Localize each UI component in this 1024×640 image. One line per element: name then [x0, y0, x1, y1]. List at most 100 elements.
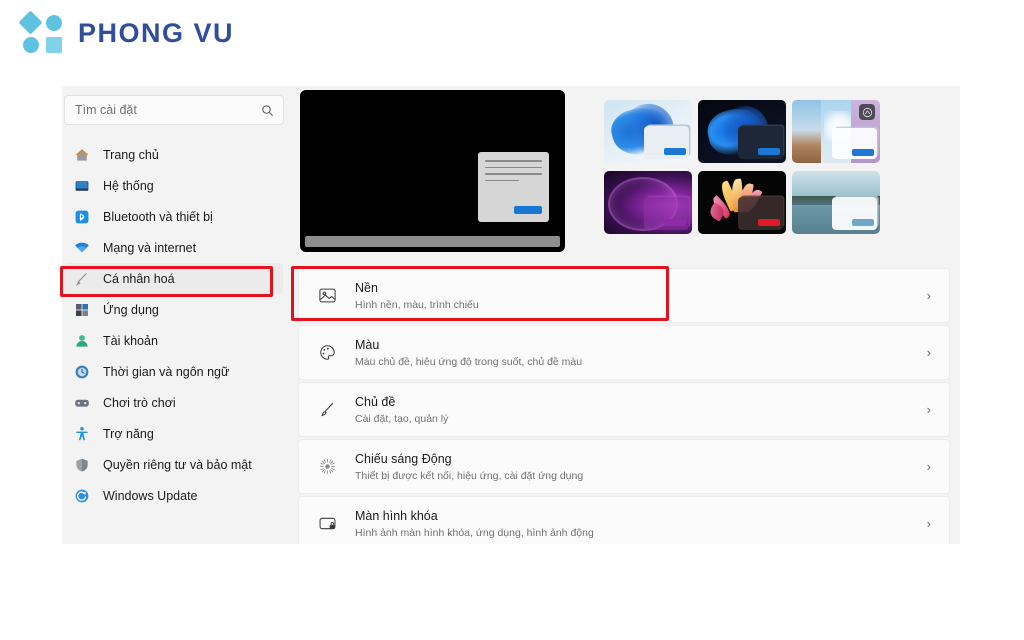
windows-spotlight-icon[interactable]	[859, 104, 875, 120]
desktop-preview-screen	[299, 90, 565, 252]
apps-icon	[73, 301, 90, 318]
diamond-shape-icon	[18, 10, 43, 35]
sidebar-item-label: Quyền riêng tư và bảo mật	[103, 457, 252, 472]
preview-text-line	[484, 160, 542, 162]
theme-accent-swatch	[852, 219, 874, 226]
settings-row-text: Nền Hình nền, màu, trình chiếu	[355, 279, 927, 313]
theme-thumbnail-windows-light-bloom[interactable]	[604, 100, 692, 163]
lockscreen-icon	[316, 514, 338, 533]
chevron-right-icon[interactable]: ›	[927, 288, 935, 303]
search-box[interactable]: Tìm cài đặt	[64, 95, 284, 125]
phongvu-logo-mark	[18, 10, 64, 54]
theme-thumbnail-lake-landscape[interactable]	[792, 171, 880, 234]
theme-accent-swatch	[758, 219, 780, 226]
settings-row-text: Chủ đề Cài đặt, tạo, quản lý	[355, 393, 927, 427]
sidebar-item-label: Tài khoản	[103, 333, 158, 348]
shield-icon	[73, 456, 90, 473]
settings-row-subtitle: Hình ảnh màn hình khóa, ứng dụng, hình ả…	[355, 526, 594, 539]
settings-row-themes[interactable]: Chủ đề Cài đặt, tạo, quản lý ›	[298, 382, 950, 437]
sidebar-item-personalization[interactable]: Cá nhân hoá	[64, 263, 283, 294]
sidebar-item-label: Chơi trò chơi	[103, 395, 176, 410]
preview-row	[294, 90, 954, 260]
sidebar-item-time-language[interactable]: Thời gian và ngôn ngữ	[64, 356, 283, 387]
sidebar-item-accounts[interactable]: Tài khoản	[64, 325, 283, 356]
sidebar-item-label: Trợ năng	[103, 426, 154, 441]
accessibility-icon	[73, 425, 90, 442]
brand-name: PHONG VU	[78, 17, 235, 48]
settings-row-text: Màn hình khóa Hình ảnh màn hình khóa, ứn…	[355, 507, 927, 541]
bluetooth-icon	[73, 208, 90, 225]
preview-text-line	[484, 173, 542, 175]
monitor-icon	[73, 177, 90, 194]
sidebar-item-home[interactable]: Trang chủ	[64, 139, 283, 170]
settings-row-colors[interactable]: Màu Màu chủ đề, hiệu ứng độ trong suốt, …	[298, 325, 950, 380]
update-icon	[73, 487, 90, 504]
sidebar-item-label: Windows Update	[103, 488, 198, 503]
sparkle-icon	[316, 457, 338, 476]
sidebar-item-privacy[interactable]: Quyền riêng tư và bảo mật	[64, 449, 283, 480]
sidebar-item-label: Bluetooth và thiết bị	[103, 209, 213, 224]
settings-rows: Nền Hình nền, màu, trình chiếu › Màu Màu…	[294, 268, 954, 544]
settings-row-lock-screen[interactable]: Màn hình khóa Hình ảnh màn hình khóa, ứn…	[298, 496, 950, 544]
theme-accent-swatch	[664, 219, 686, 226]
circle-shape-icon	[46, 15, 62, 31]
preview-taskbar	[304, 236, 560, 247]
clock-icon	[73, 363, 90, 380]
preview-text-line	[484, 166, 542, 168]
chevron-right-icon[interactable]: ›	[927, 516, 935, 531]
wifi-icon	[73, 239, 90, 256]
paintbrush-icon	[316, 400, 338, 419]
theme-thumbnail-grid	[604, 90, 880, 260]
account-icon	[73, 332, 90, 349]
sidebar-item-label: Mạng và internet	[103, 240, 197, 255]
sidebar-item-windows-update[interactable]: Windows Update	[64, 480, 283, 511]
chevron-right-icon[interactable]: ›	[927, 402, 935, 417]
sidebar-item-label: Trang chủ	[103, 147, 159, 162]
search-input[interactable]: Tìm cài đặt	[75, 103, 261, 117]
settings-row-title: Nền	[355, 280, 378, 295]
settings-row-text: Chiếu sáng Động Thiết bị được kết nối, h…	[355, 450, 927, 484]
screenshot-root: PHONG VU Tìm cài đặt Trang chủ Hệ thống …	[0, 0, 1024, 640]
chevron-right-icon[interactable]: ›	[927, 345, 935, 360]
sidebar-item-label: Hệ thống	[103, 178, 154, 193]
settings-row-background[interactable]: Nền Hình nền, màu, trình chiếu ›	[298, 268, 950, 323]
theme-accent-swatch	[852, 149, 874, 156]
sidebar-nav-list: Trang chủ Hệ thống Bluetooth và thiết bị…	[62, 139, 292, 511]
theme-accent-swatch	[758, 148, 780, 155]
sidebar-item-gaming[interactable]: Chơi trò chơi	[64, 387, 283, 418]
palette-icon	[316, 343, 338, 362]
sidebar-item-network[interactable]: Mạng và internet	[64, 232, 283, 263]
picture-icon	[316, 286, 338, 305]
desktop-preview	[298, 90, 566, 260]
settings-row-dynamic-lighting[interactable]: Chiếu sáng Động Thiết bị được kết nối, h…	[298, 439, 950, 494]
settings-row-title: Chiếu sáng Động	[355, 451, 452, 466]
home-icon	[73, 146, 90, 163]
sidebar-item-label: Cá nhân hoá	[103, 271, 175, 286]
theme-accent-swatch	[664, 148, 686, 155]
gamepad-icon	[73, 394, 90, 411]
settings-row-subtitle: Màu chủ đề, hiệu ứng độ trong suốt, chủ …	[355, 355, 583, 368]
theme-thumbnail-flower-dark[interactable]	[698, 171, 786, 234]
theme-thumbnail-purple-glow[interactable]	[604, 171, 692, 234]
settings-row-title: Màn hình khóa	[355, 508, 438, 523]
sidebar-item-apps[interactable]: Ứng dụng	[64, 294, 283, 325]
brand-header: PHONG VU	[18, 10, 235, 54]
settings-window: Tìm cài đặt Trang chủ Hệ thống Bluetooth…	[62, 86, 960, 544]
theme-thumbnail-spotlight-collage[interactable]	[792, 100, 880, 163]
square-shape-icon	[46, 37, 62, 53]
settings-row-title: Màu	[355, 337, 380, 352]
preview-dialog-button	[513, 206, 542, 214]
circle-shape-icon	[23, 37, 39, 53]
search-icon[interactable]	[261, 104, 274, 117]
settings-row-text: Màu Màu chủ đề, hiệu ứng độ trong suốt, …	[355, 336, 927, 370]
theme-thumbnail-windows-dark-bloom[interactable]	[698, 100, 786, 163]
sidebar-item-accessibility[interactable]: Trợ năng	[64, 418, 283, 449]
sidebar-item-system[interactable]: Hệ thống	[64, 170, 283, 201]
settings-row-subtitle: Cài đặt, tạo, quản lý	[355, 412, 449, 425]
wallpaper-art	[792, 100, 822, 163]
settings-row-subtitle: Thiết bị được kết nối, hiệu ứng, cài đặt…	[355, 469, 584, 482]
chevron-right-icon[interactable]: ›	[927, 459, 935, 474]
sidebar-item-bluetooth[interactable]: Bluetooth và thiết bị	[64, 201, 283, 232]
settings-row-subtitle: Hình nền, màu, trình chiếu	[355, 298, 479, 311]
paintbrush-icon	[73, 270, 90, 287]
